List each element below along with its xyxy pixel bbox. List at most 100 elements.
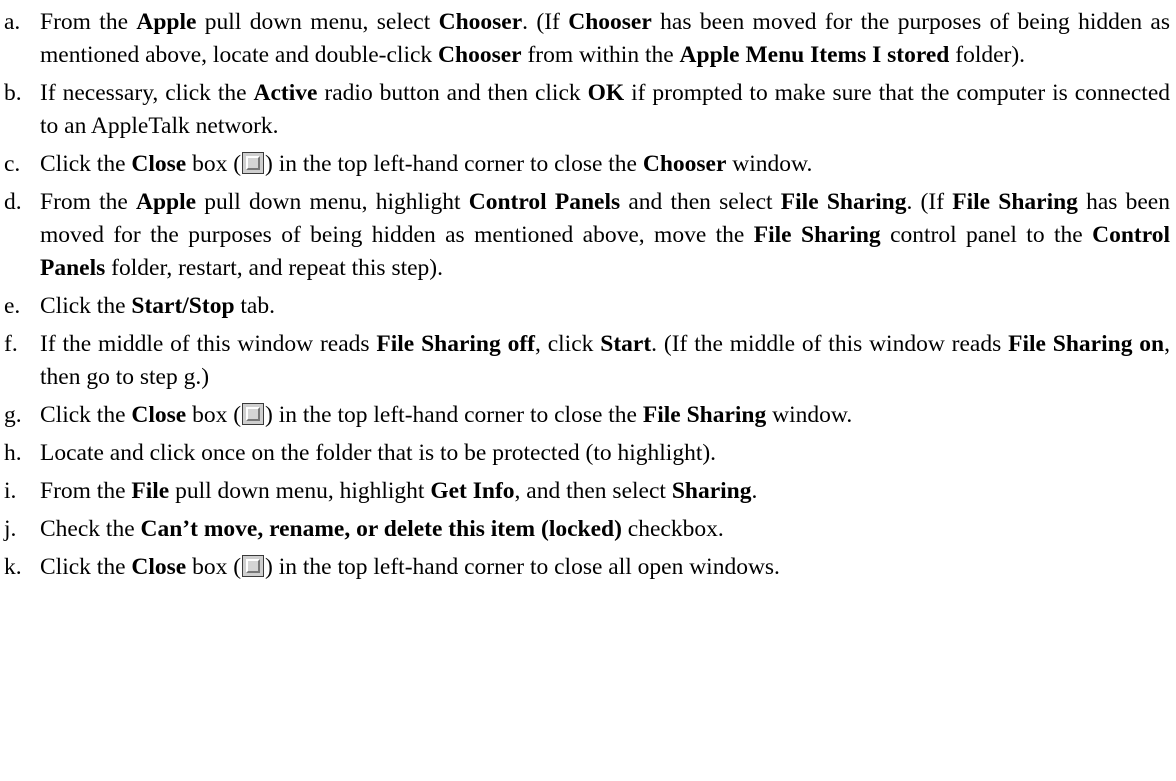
step-text: Check the Can’t move, rename, or delete … [40,516,724,542]
list-marker: a. [4,9,21,35]
list-item: g. Click the Close box ( ) in the top lef… [0,399,1176,432]
list-marker: i. [4,478,17,504]
step-text: If the middle of this window reads File … [40,331,1170,390]
list-item: f. If the middle of this window reads Fi… [0,328,1176,394]
bold-term: OK [587,80,625,106]
step-text-run: From the [40,189,137,215]
close-box-icon [242,555,265,577]
step-text-run: folder, restart, and repeat this step). [105,255,444,281]
step-text-run: Click the [40,151,132,177]
close-box-icon [242,403,265,425]
list-marker: k. [4,554,22,580]
step-text: If necessary, click the Active radio but… [40,80,1170,139]
close-box-bevel [246,559,261,573]
step-text-run: ) in the top left-hand corner to close a… [265,554,780,580]
step-text-run: Click the [40,293,132,319]
bold-term: File Sharing [952,189,1078,215]
step-text-run: , click [535,331,601,357]
step-text-run: window. [726,151,813,177]
list-item: a. From the Apple pull down menu, select… [0,6,1176,72]
bold-term: File Sharing on [1008,331,1165,357]
list-item: k. Click the Close box ( ) in the top lef… [0,551,1176,584]
step-text-run: Locate and click once on the folder that… [40,440,717,466]
bold-term: Active [253,80,318,106]
list-item: c. Click the Close box ( ) in the top lef… [0,148,1176,181]
bold-term: File Sharing [642,402,767,428]
step-text-run: tab. [234,293,275,319]
bold-term: Close [131,554,187,580]
step-text-run: Click the [40,402,132,428]
step-text-run: ) in the top left-hand corner to close t… [265,402,643,428]
bold-term: Control Panels [468,189,621,215]
bold-term: File Sharing [753,222,881,248]
close-box-bevel [246,407,261,421]
bold-term: File Sharing off [376,331,535,357]
step-text-run: . (If [522,9,569,35]
step-text: From the Apple pull down menu, select Ch… [40,9,1170,68]
list-item: i. From the File pull down menu, highlig… [0,475,1176,508]
step-text-run: control panel to the [880,222,1093,248]
list-marker: e. [4,293,21,319]
step-text-run: . [751,478,758,504]
list-marker: f. [4,331,18,357]
bold-term: Start [600,331,652,357]
bold-term: Chooser [642,151,727,177]
bold-term: Apple Menu Items I stored [679,42,950,68]
step-text: Click the Close box ( ) in the top left-h… [40,402,852,428]
list-marker: j. [4,516,17,542]
step-text: From the Apple pull down menu, highlight… [40,189,1170,281]
step-text-run: box ( [186,554,242,580]
step-text-run: box ( [186,402,242,428]
list-item: b. If necessary, click the Active radio … [0,77,1176,143]
bold-term: File [131,478,170,504]
list-marker: c. [4,151,21,177]
step-text: Click the Close box ( ) in the top left-h… [40,554,780,580]
bold-term: Chooser [568,9,652,35]
step-text: Click the Close box ( ) in the top left-h… [40,151,812,177]
step-text-run: pull down menu, select [196,9,439,35]
step-text-run: . (If [906,189,953,215]
list-marker: b. [4,80,22,106]
step-text: From the File pull down menu, highlight … [40,478,757,504]
bold-term: Chooser [438,42,522,68]
step-text-run: If the middle of this window reads [40,331,377,357]
step-text-run: and then select [620,189,781,215]
step-text-run: box ( [186,151,242,177]
list-marker: g. [4,402,22,428]
step-text-run: Check the [40,516,141,542]
bold-term: Apple [136,189,197,215]
close-box-bevel [246,156,261,170]
step-text-run: ) in the top left-hand corner to close t… [265,151,643,177]
list-item: h. Locate and click once on the folder t… [0,437,1176,470]
step-text-run: pull down menu, highlight [196,189,469,215]
step-text: Locate and click once on the folder that… [40,440,716,466]
bold-term: File Sharing [780,189,907,215]
step-text-run: From the [40,9,137,35]
bold-term: Start/Stop [131,293,235,319]
instruction-list: a. From the Apple pull down menu, select… [0,6,1176,584]
step-text-run: window. [766,402,853,428]
bold-term: Sharing [671,478,752,504]
step-text-run: checkbox. [621,516,724,542]
list-item: e. Click the Start/Stop tab. [0,290,1176,323]
step-text-run: pull down menu, highlight [169,478,431,504]
step-text-run: From the [40,478,132,504]
step-text-run: Click the [40,554,132,580]
bold-term: Close [131,151,187,177]
list-marker: h. [4,440,22,466]
bold-term: Close [131,402,187,428]
step-text: Click the Start/Stop tab. [40,293,275,319]
step-text-run: radio button and then click [317,80,588,106]
step-text-run: . (If the middle of this window reads [651,331,1009,357]
bold-term: Chooser [438,9,523,35]
close-box-icon [242,152,265,174]
list-marker: d. [4,189,22,215]
list-item: d. From the Apple pull down menu, highli… [0,186,1176,285]
step-text-run: folder). [949,42,1026,68]
bold-term: Get Info [430,478,515,504]
list-item: j. Check the Can’t move, rename, or dele… [0,513,1176,546]
step-text-run: , and then select [514,478,672,504]
step-text-run: from within the [521,42,680,68]
bold-term: Apple [136,9,197,35]
step-text-run: If necessary, click the [40,80,254,106]
